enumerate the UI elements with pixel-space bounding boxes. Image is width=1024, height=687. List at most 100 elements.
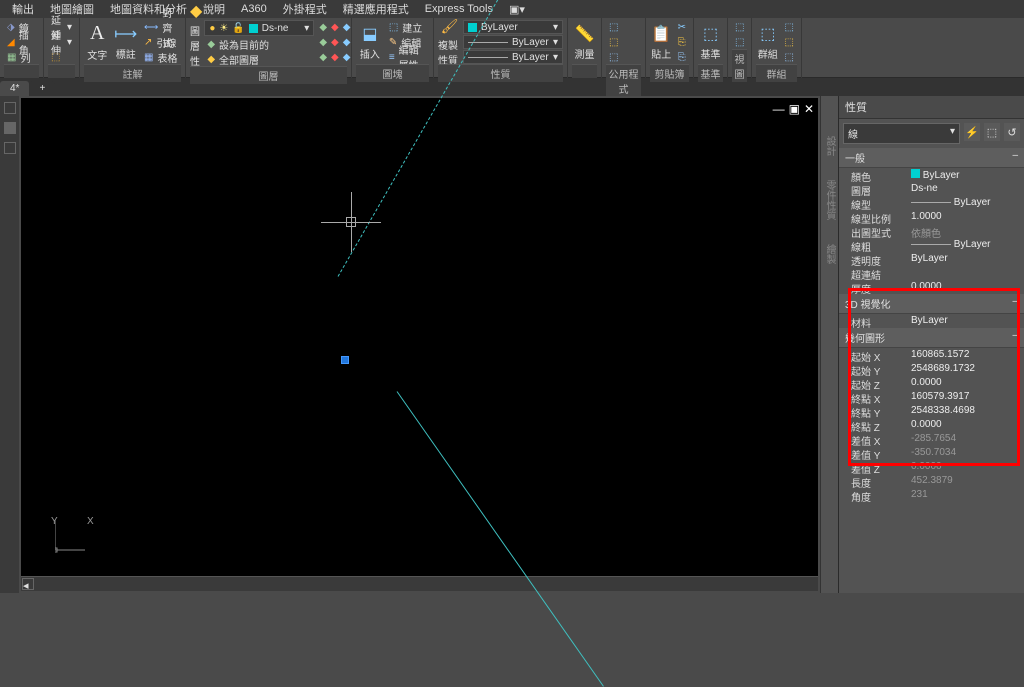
basic-icon: ⬚	[703, 24, 718, 44]
minimize-icon[interactable]: —	[773, 102, 785, 116]
geometry-row: 角度231	[839, 488, 1024, 502]
ribbon-group-label: 群組	[756, 64, 797, 82]
ribbon-view-label: 視圖	[732, 49, 747, 82]
close-icon[interactable]: ✕	[804, 102, 814, 116]
layer-misc-1[interactable]: ◆◆◆	[316, 20, 353, 34]
lineweight-bylayer-dropdown[interactable]: ByLayer▾	[463, 50, 563, 64]
layer-properties-button[interactable]: ◆ 圖層性質	[190, 20, 202, 64]
left-tool-2[interactable]	[4, 122, 16, 134]
paste-icon: 📋	[651, 24, 671, 44]
ribbon-setcurrent[interactable]: ◆設為目前的	[204, 37, 314, 51]
menu-bar: 輸出 地圖繪圖 地圖資料和分析 說明 A360 外掛程式 精選應用程式 Expr…	[0, 0, 1024, 18]
ribbon-basic-label: 基準	[698, 64, 723, 82]
properties-title: 性質	[839, 96, 1024, 119]
menu-output[interactable]: 輸出	[4, 1, 42, 17]
linetype-bylayer-dropdown[interactable]: ByLayer▾	[463, 35, 563, 49]
side-tab-strip: 設計 零件性質 繪製	[820, 96, 838, 593]
util-1[interactable]: ⬚	[606, 20, 621, 34]
ribbon-layer-label: 圖層	[190, 66, 347, 84]
ribbon-paste-label: 剪貼簿	[650, 64, 689, 82]
selection-grip[interactable]	[341, 356, 349, 364]
ribbon-annotate-label: 註解	[84, 64, 181, 82]
quick-select-icon[interactable]: ⚡	[964, 123, 980, 141]
left-toolbar	[0, 96, 19, 593]
lock-icon: 🔓	[232, 23, 244, 34]
sun-icon: ☀	[219, 23, 228, 34]
section-general[interactable]: 一般–	[839, 148, 1024, 168]
geometry-row: 長度452.3879	[839, 474, 1024, 488]
geometry-row: 差值 Z0.0000	[839, 460, 1024, 474]
menu-featured[interactable]: 精選應用程式	[335, 1, 417, 17]
ribbon-align[interactable]: ⟷對齊式	[141, 20, 181, 34]
util-3[interactable]: ⬚	[606, 50, 621, 64]
select-objects-icon[interactable]: ⬚	[984, 123, 1000, 141]
geometry-row: 終點 X160579.3917	[839, 390, 1024, 404]
section-geometry[interactable]: 幾何圖形–	[839, 328, 1024, 348]
insert-icon: ⬓	[362, 24, 377, 44]
measure-button[interactable]: 📏 測量	[572, 20, 597, 64]
drawing-canvas[interactable]: — ▣ ✕ Y X	[21, 98, 818, 576]
layer-color-swatch	[249, 24, 258, 33]
group-icon: ⬚	[760, 24, 775, 44]
menu-plugin[interactable]: 外掛程式	[275, 1, 335, 17]
canvas-wrap: — ▣ ✕ Y X	[19, 96, 820, 593]
lightbulb-icon: ●	[209, 23, 215, 34]
geometry-row: 差值 X-285.7654	[839, 432, 1024, 446]
restore-icon[interactable]: ▣	[789, 102, 800, 116]
side-tab-design[interactable]: 設計	[822, 136, 837, 156]
measure-icon: 📏	[575, 24, 595, 44]
basic-button[interactable]: ⬚ 基準	[698, 20, 723, 64]
util-2[interactable]: ⬚	[606, 35, 621, 49]
layers-icon: ◆	[190, 1, 202, 21]
match-properties-button[interactable]: 🖌 複製性質	[438, 20, 461, 64]
pickadd-icon[interactable]: ↺	[1004, 123, 1020, 141]
paste-button[interactable]: 📋 貼上	[650, 20, 673, 64]
construction-line	[397, 391, 604, 686]
color-swatch	[911, 169, 920, 178]
text-icon: A	[90, 22, 104, 45]
file-tab-add[interactable]: +	[29, 81, 55, 96]
ribbon-clipboard-label: 性質	[438, 64, 563, 82]
geometry-row: 起始 Z0.0000	[839, 376, 1024, 390]
ribbon-misc[interactable]: ⬚	[48, 50, 75, 64]
geometry-row: 起始 X160865.1572	[839, 348, 1024, 362]
side-tab-part[interactable]: 零件性質	[822, 180, 837, 220]
main-area: — ▣ ✕ Y X	[0, 96, 1024, 593]
ribbon-create[interactable]: ⬚建立	[386, 20, 429, 34]
properties-panel: 性質 線▾ ⚡ ⬚ ↺ 一般– 顏色 ByLayer 圖層Ds-ne 線型 By…	[838, 96, 1024, 593]
text-button[interactable]: A 文字	[84, 20, 111, 64]
ribbon-util-label: 公用程式	[606, 64, 641, 97]
ribbon-array[interactable]: ▦列	[4, 50, 39, 64]
layer-dropdown[interactable]: ● ☀ 🔓 Ds-ne ▾	[204, 20, 314, 36]
file-tab[interactable]: 4*	[0, 81, 29, 96]
ribbon-block-label: 圖塊	[356, 64, 429, 82]
ribbon: ⬗鏡 ◢插角 ▦列 延伸▾ 延伸▾ ⬚ A 文字 ⟼ 標註	[0, 18, 1024, 78]
geometry-row: 差值 Y-350.7034	[839, 446, 1024, 460]
layer-misc-3[interactable]: ◆◆◆	[316, 50, 353, 64]
insert-button[interactable]: ⬓ 插入	[356, 20, 384, 64]
menu-a360[interactable]: A360	[233, 3, 275, 15]
ribbon-leader[interactable]: ↗引線	[141, 35, 181, 49]
match-icon: 🖌	[441, 18, 459, 35]
geometry-row: 起始 Y2548689.1732	[839, 362, 1024, 376]
layer-misc-2[interactable]: ◆◆◆	[316, 35, 353, 49]
dimension-icon: ⟼	[114, 24, 137, 44]
dimension-button[interactable]: ⟼ 標註	[113, 20, 140, 64]
menu-mapdata[interactable]: 地圖資料和分析	[102, 1, 195, 17]
ribbon-table[interactable]: ▦表格	[141, 50, 181, 64]
ribbon-editattr[interactable]: ≡編輯屬性	[386, 50, 429, 64]
horizontal-scrollbar[interactable]: ◂	[21, 576, 818, 591]
ribbon-fillet[interactable]: ◢插角	[4, 35, 39, 49]
object-type-selector[interactable]: 線▾	[843, 123, 960, 144]
ucs-icon: Y X	[51, 516, 91, 556]
left-tool-3[interactable]	[4, 142, 16, 154]
geometry-row: 終點 Z0.0000	[839, 418, 1024, 432]
left-tool-1[interactable]	[4, 102, 16, 114]
menu-overflow-icon[interactable]: ▣▾	[501, 3, 533, 16]
side-tab-draw[interactable]: 繪製	[822, 244, 837, 264]
ribbon-extend2[interactable]: 延伸▾	[48, 35, 75, 49]
ribbon-alllayers[interactable]: ◆全部圖層	[204, 52, 314, 66]
section-3d-visual[interactable]: 3D 視覺化–	[839, 294, 1024, 314]
group-button[interactable]: ⬚ 群組	[756, 20, 780, 64]
geometry-row: 終點 Y2548338.4698	[839, 404, 1024, 418]
